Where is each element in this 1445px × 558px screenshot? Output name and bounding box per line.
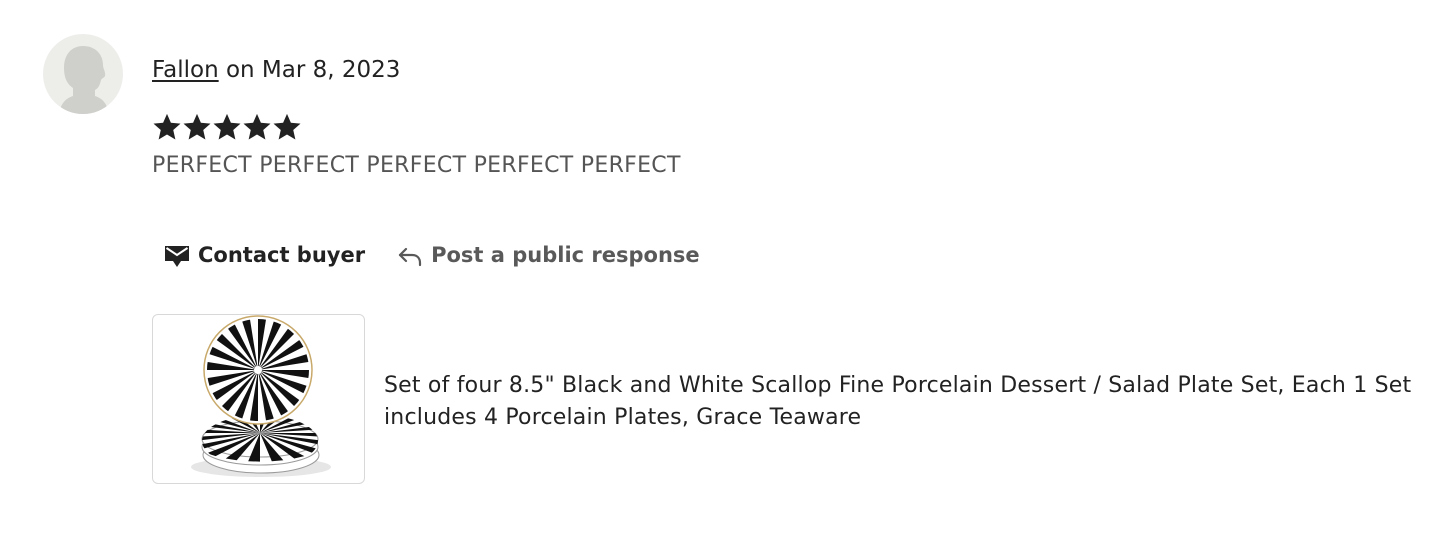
star-icon bbox=[273, 113, 301, 140]
contact-buyer-button[interactable]: Contact buyer bbox=[152, 234, 377, 276]
plate-set-image bbox=[191, 315, 331, 477]
contact-buyer-label: Contact buyer bbox=[198, 243, 366, 267]
avatar[interactable] bbox=[43, 34, 123, 114]
star-icon bbox=[213, 113, 241, 140]
star-icon bbox=[183, 113, 211, 140]
envelope-icon bbox=[165, 246, 189, 267]
reply-arrow-icon bbox=[398, 247, 422, 267]
person-silhouette-icon bbox=[59, 46, 109, 114]
review-card: Fallon on Mar 8, 2023 PERFECT PERFECT PE… bbox=[0, 0, 1445, 558]
star-icon bbox=[243, 113, 271, 140]
star-icon bbox=[153, 113, 181, 140]
post-public-response-button[interactable]: Post a public response bbox=[385, 234, 712, 276]
post-public-response-label: Post a public response bbox=[431, 243, 700, 267]
product-thumbnail[interactable] bbox=[152, 314, 365, 484]
product-title-link[interactable]: Set of four 8.5" Black and White Scallop… bbox=[384, 370, 1414, 434]
review-header: Fallon on Mar 8, 2023 bbox=[152, 55, 400, 85]
review-text: PERFECT PERFECT PERFECT PERFECT PERFECT bbox=[152, 153, 681, 178]
star-rating bbox=[152, 111, 302, 143]
review-date: on Mar 8, 2023 bbox=[218, 57, 401, 83]
reviewer-name-link[interactable]: Fallon bbox=[152, 57, 219, 83]
review-actions: Contact buyer Post a public response bbox=[152, 232, 712, 278]
